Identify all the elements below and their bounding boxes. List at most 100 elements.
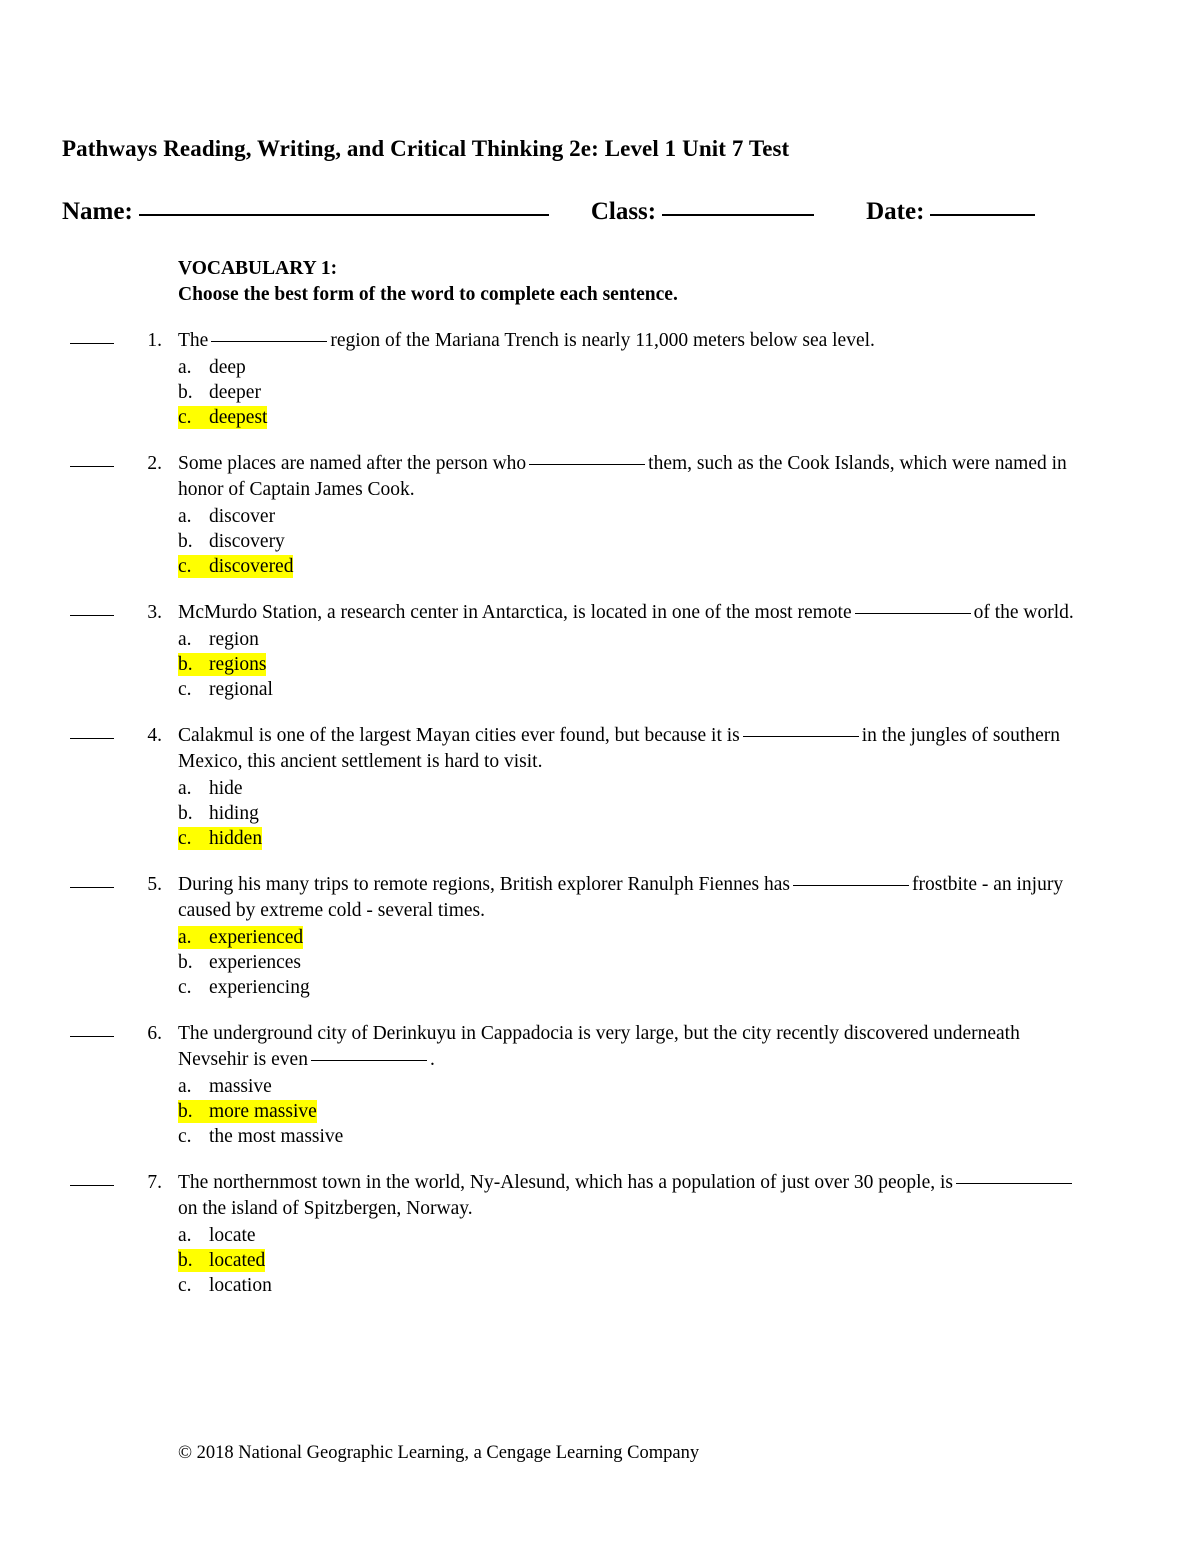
question-text-after-blank: . — [429, 1049, 435, 1070]
question-list: 1. The region of the Mariana Trench is nea… — [62, 328, 1092, 1319]
option-marker: b. — [178, 1250, 193, 1271]
option-content: a. region — [178, 628, 259, 651]
option-label: more massive — [209, 1101, 317, 1122]
option-label: regional — [209, 679, 273, 700]
option-list: a. locate b. located c. location — [178, 1223, 1092, 1298]
option-list: a. discover b. discovery c. discovered — [178, 504, 1092, 579]
question-answer-blank[interactable] — [70, 343, 114, 344]
option-row[interactable]: c. hidden — [178, 826, 1092, 851]
question-answer-blank[interactable] — [70, 887, 114, 888]
option-marker: a. — [178, 778, 192, 799]
option-list: a. hide b. hiding c. hidden — [178, 776, 1092, 851]
sentence-blank[interactable] — [956, 1183, 1072, 1184]
option-row[interactable]: b. deeper — [178, 380, 1092, 405]
option-row[interactable]: c. discovered — [178, 554, 1092, 579]
class-label: Class: — [590, 198, 657, 225]
option-row[interactable]: a. experienced — [178, 925, 1092, 950]
question-answer-blank[interactable] — [70, 1185, 114, 1186]
question-number: 5. — [147, 874, 162, 895]
option-marker: b. — [178, 382, 193, 403]
option-content: a. discover — [178, 505, 275, 528]
option-row[interactable]: b. located — [178, 1248, 1092, 1273]
option-label: the most massive — [209, 1126, 344, 1147]
section-instruction: Choose the best form of the word to comp… — [178, 284, 678, 305]
option-label: region — [209, 629, 259, 650]
option-row[interactable]: b. regions — [178, 652, 1092, 677]
option-highlight: c. hidden — [178, 827, 263, 850]
option-row[interactable]: b. more massive — [178, 1099, 1092, 1124]
name-class-date-row: Name: Class: Date: — [62, 198, 1036, 226]
option-marker: a. — [178, 1225, 192, 1246]
option-marker: a. — [178, 927, 192, 948]
option-row[interactable]: a. locate — [178, 1223, 1092, 1248]
option-marker: c. — [178, 828, 192, 849]
question-item: 7. The northernmost town in the world, Ny… — [62, 1170, 1092, 1298]
option-row[interactable]: c. the most massive — [178, 1124, 1092, 1149]
question-text-before-blank: The — [178, 330, 209, 351]
question-text-before-blank: Calakmul is one of the largest Mayan cit… — [178, 725, 740, 746]
question-text: The region of the Mariana Trench is nearl… — [178, 328, 1092, 354]
option-marker: a. — [178, 506, 192, 527]
option-content: c. location — [178, 1274, 272, 1297]
question-answer-blank[interactable] — [70, 466, 114, 467]
question-body: Calakmul is one of the largest Mayan cit… — [178, 723, 1092, 851]
option-row[interactable]: c. experiencing — [178, 975, 1092, 1000]
option-highlight: b. located — [178, 1249, 266, 1272]
option-row[interactable]: a. region — [178, 627, 1092, 652]
sentence-blank[interactable] — [742, 736, 859, 737]
sentence-blank[interactable] — [310, 1060, 427, 1061]
question-text: McMurdo Station, a research center in An… — [178, 600, 1092, 626]
option-content: a. locate — [178, 1224, 256, 1247]
section-heading: VOCABULARY 1: — [178, 258, 338, 279]
question-number: 2. — [147, 453, 162, 474]
question-text-after-blank: region of the Mariana Trench is nearly 1… — [330, 330, 875, 351]
option-label: hiding — [209, 803, 259, 824]
question-text-before-blank: The northernmost town in the world, Ny-A… — [178, 1172, 953, 1193]
question-answer-blank[interactable] — [70, 615, 114, 616]
option-highlight: b. regions — [178, 653, 267, 676]
option-label: experiences — [209, 952, 302, 973]
option-marker: a. — [178, 1076, 192, 1097]
sentence-blank[interactable] — [854, 613, 971, 614]
question-body: Some places are named after the person w… — [178, 451, 1092, 579]
option-label: located — [209, 1250, 266, 1271]
question-number: 1. — [147, 330, 162, 351]
option-content: c. experiencing — [178, 976, 310, 999]
question-text-before-blank: During his many trips to remote regions,… — [178, 874, 790, 895]
question-answer-blank[interactable] — [70, 738, 114, 739]
option-row[interactable]: b. hiding — [178, 801, 1092, 826]
question-item: 3. McMurdo Station, a research center in … — [62, 600, 1092, 702]
question-text-before-blank: The underground city of Derinkuyu in Cap… — [178, 1023, 1020, 1070]
option-label: hide — [209, 778, 243, 799]
option-row[interactable]: a. hide — [178, 776, 1092, 801]
question-body: The underground city of Derinkuyu in Cap… — [178, 1021, 1092, 1149]
option-marker: a. — [178, 629, 192, 650]
option-row[interactable]: a. massive — [178, 1074, 1092, 1099]
class-input-blank[interactable] — [662, 214, 815, 216]
option-row[interactable]: a. discover — [178, 504, 1092, 529]
name-input-blank[interactable] — [138, 214, 549, 216]
sentence-blank[interactable] — [793, 885, 909, 886]
option-label: discovery — [209, 531, 285, 552]
option-list: a. massive b. more massive c. the most massiv… — [178, 1074, 1092, 1149]
option-row[interactable]: b. discovery — [178, 529, 1092, 554]
option-marker: b. — [178, 654, 193, 675]
question-item: 5. During his many trips to remote region… — [62, 872, 1092, 1000]
option-marker: a. — [178, 357, 192, 378]
name-label: Name: — [62, 198, 133, 225]
sentence-blank[interactable] — [211, 341, 328, 342]
option-marker: b. — [178, 952, 193, 973]
option-row[interactable]: a. deep — [178, 355, 1092, 380]
option-content: c. the most massive — [178, 1125, 343, 1148]
option-row[interactable]: b. experiences — [178, 950, 1092, 975]
question-number: 4. — [147, 725, 162, 746]
option-label: hidden — [209, 828, 263, 849]
question-item: 4. Calakmul is one of the largest Mayan c… — [62, 723, 1092, 851]
option-row[interactable]: c. deepest — [178, 405, 1092, 430]
option-row[interactable]: c. location — [178, 1273, 1092, 1298]
question-answer-blank[interactable] — [70, 1036, 114, 1037]
sentence-blank[interactable] — [529, 464, 646, 465]
option-row[interactable]: c. regional — [178, 677, 1092, 702]
option-content: a. hide — [178, 777, 243, 800]
date-input-blank[interactable] — [930, 214, 1036, 216]
